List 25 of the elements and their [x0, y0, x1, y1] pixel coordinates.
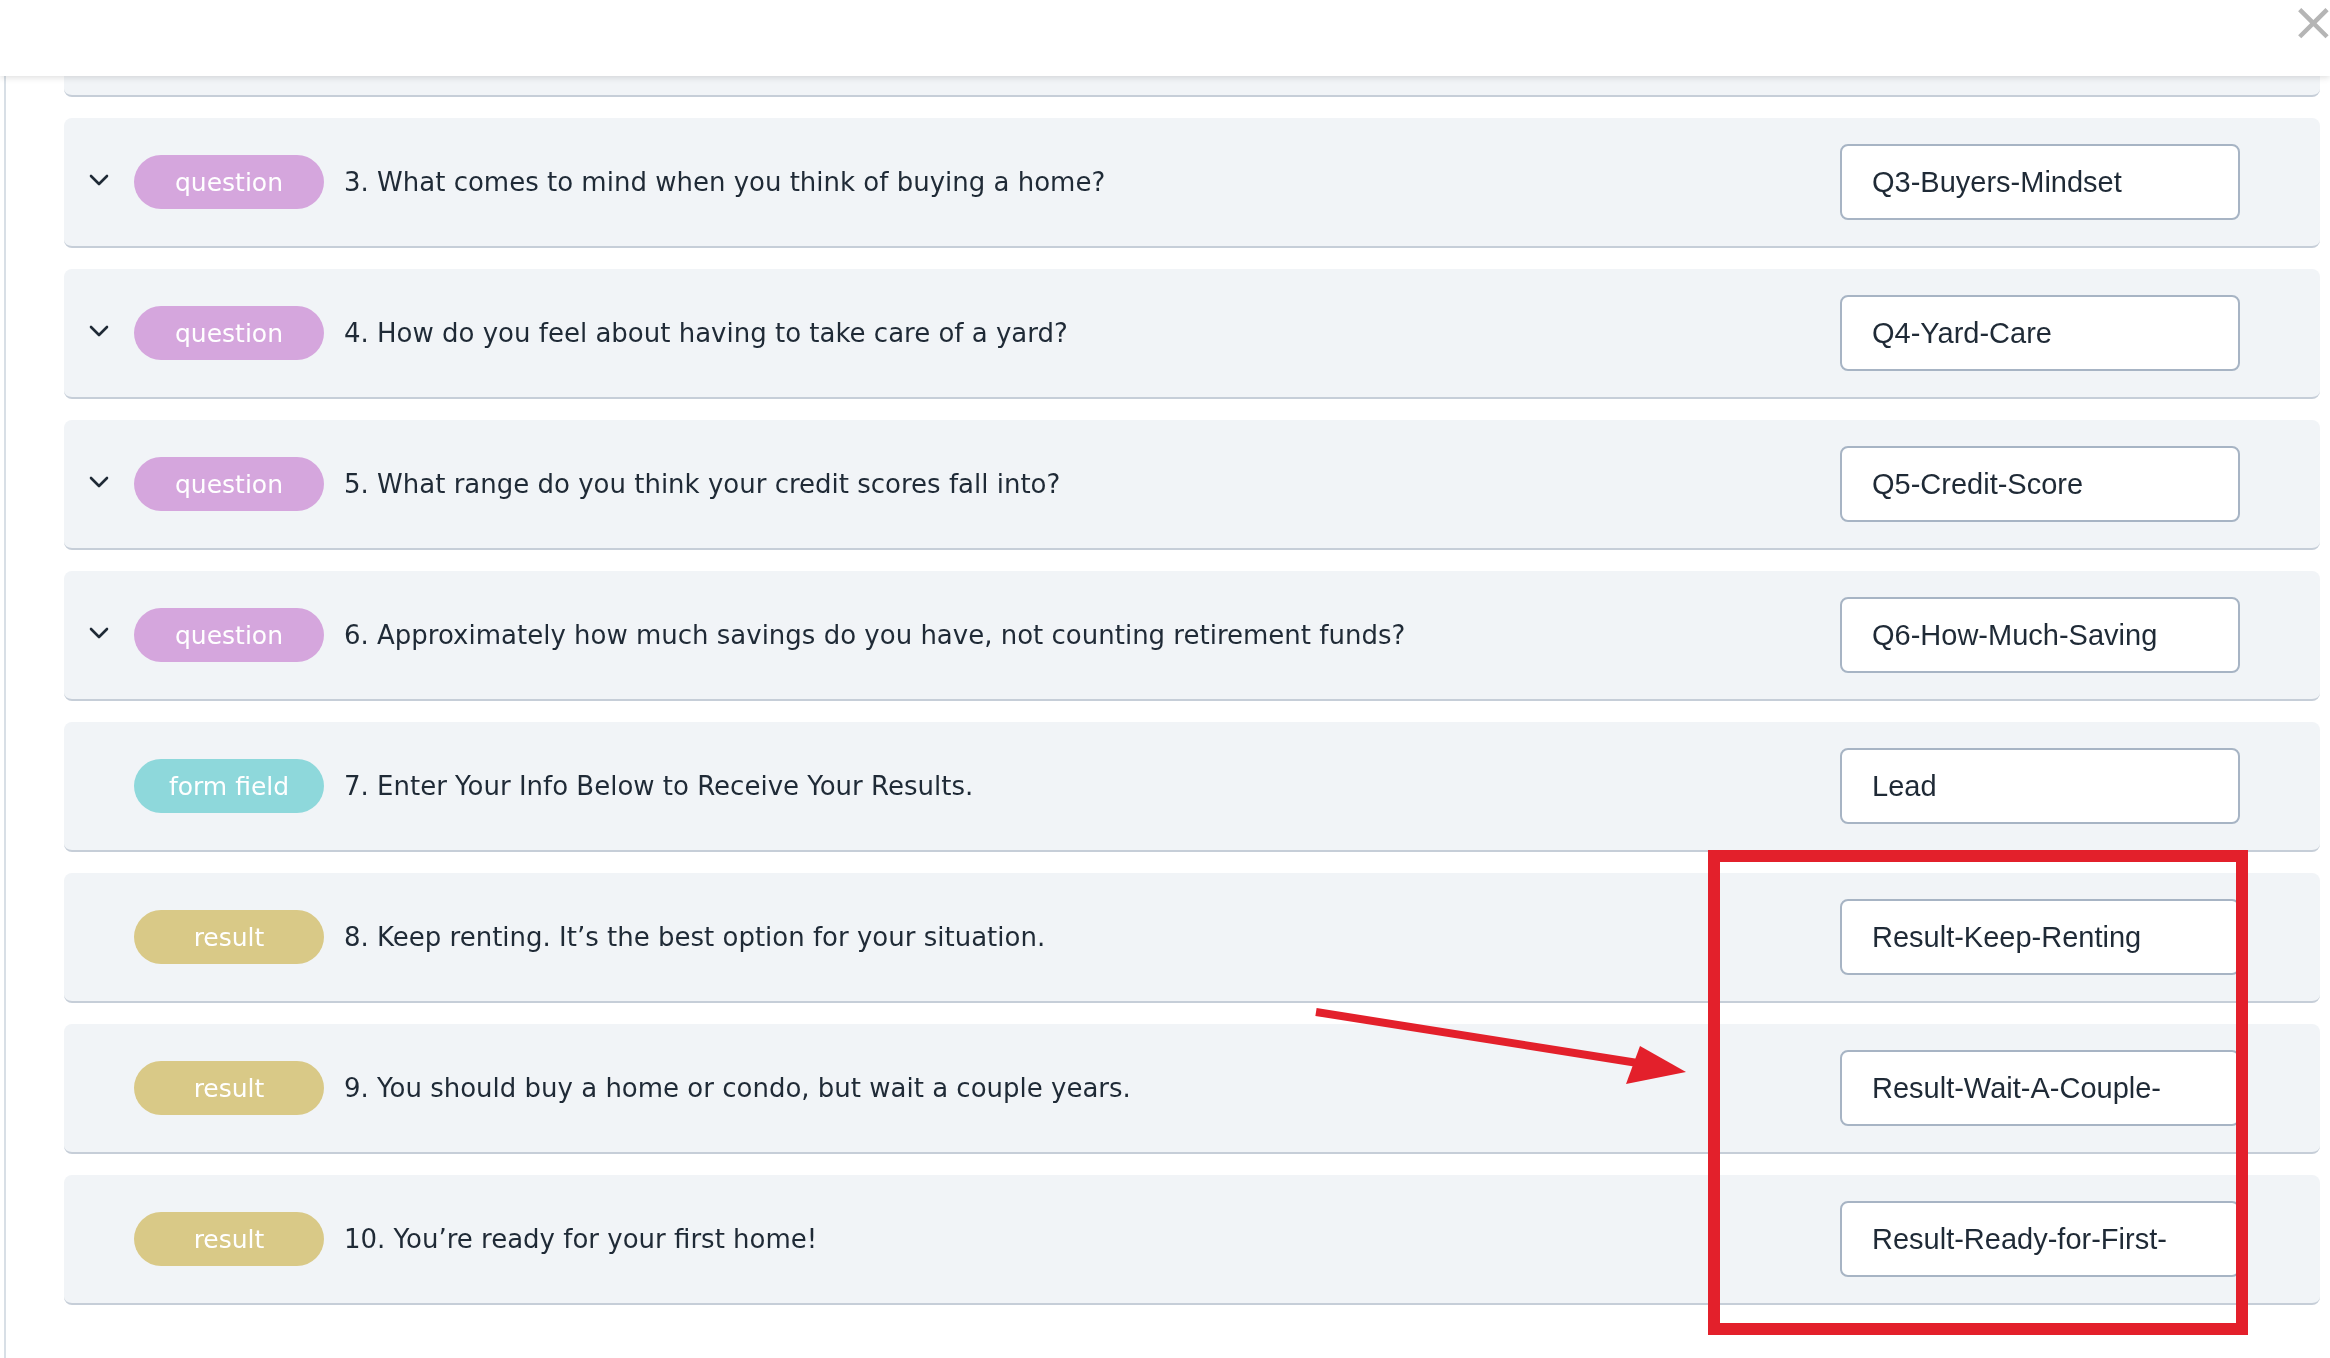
- type-tag: result: [134, 910, 324, 964]
- type-tag: result: [134, 1212, 324, 1266]
- type-tag: question: [134, 457, 324, 511]
- step-title: 10. You’re ready for your first home!: [344, 1224, 819, 1254]
- step-title: 7. Enter Your Info Below to Receive Your Results.: [344, 771, 975, 801]
- chevron-down-icon[interactable]: [89, 325, 109, 337]
- chevron-down-icon[interactable]: [89, 627, 109, 639]
- type-tag: question: [134, 306, 324, 360]
- type-tag: form field: [134, 759, 324, 813]
- chevron-down-icon[interactable]: [89, 174, 109, 186]
- step-title: 4. How do you feel about having to take care of a yard?: [344, 318, 1069, 348]
- step-title: 9. You should buy a home or condo, but wait a couple years.: [344, 1073, 1132, 1103]
- type-tag: result: [134, 1061, 324, 1115]
- type-tag: question: [134, 155, 324, 209]
- type-tag: question: [134, 608, 324, 662]
- chevron-down-icon[interactable]: [89, 476, 109, 488]
- step-title: 6. Approximately how much savings do you have, not counting retirement funds?: [344, 620, 1407, 650]
- text-field[interactable]: Q6-How-Much-Saving: [1840, 597, 2240, 673]
- step-title: 5. What range do you think your credit scores fall into?: [344, 469, 1062, 499]
- text-field[interactable]: Q3-Buyers-Mindset: [1840, 144, 2240, 220]
- text-field[interactable]: Lead: [1840, 748, 2240, 824]
- step-title: 8. Keep renting. It’s the best option for your situation.: [344, 922, 1047, 952]
- text-field[interactable]: Q4-Yard-Care: [1840, 295, 2240, 371]
- step-title: 3. What comes to mind when you think of buying a home?: [344, 167, 1107, 197]
- text-field[interactable]: Q5-Credit-Score: [1840, 446, 2240, 522]
